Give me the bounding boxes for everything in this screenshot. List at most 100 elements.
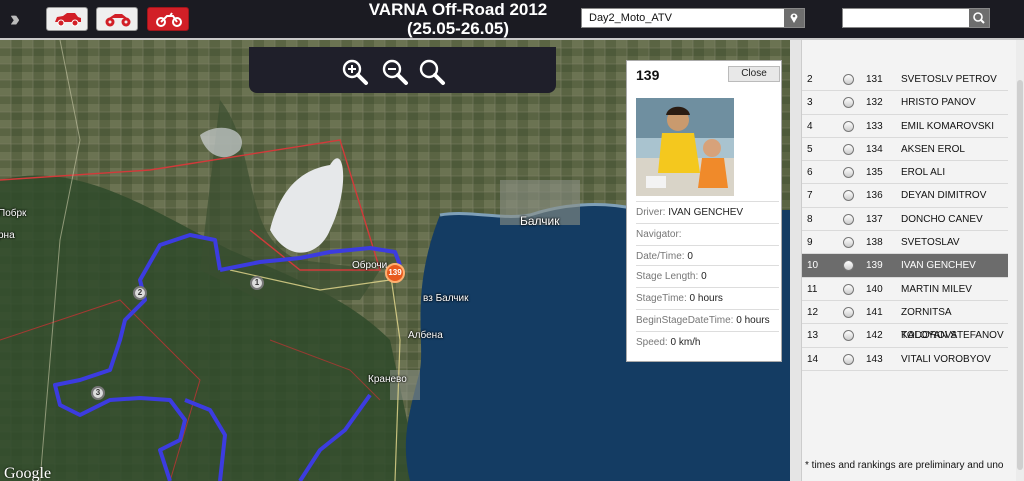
stage-select[interactable]: Day2_Moto_ATV: [581, 8, 805, 28]
ranking-row[interactable]: 12 141 ZORNITSA TODOROVA: [802, 301, 1008, 341]
competitor-number: 132: [866, 97, 883, 109]
competitor-number: 135: [866, 167, 883, 179]
map-label-partial-1: Побрк: [0, 208, 27, 219]
car-icon: [55, 13, 81, 27]
ranking-list: 2 131 SVETOSLV PETROV 3 132 HRISTO PANOV 4 133 E…: [802, 68, 1008, 371]
google-logo[interactable]: Google: [4, 465, 51, 481]
rank-position: 9: [807, 237, 813, 249]
rank-position: 5: [807, 143, 813, 155]
atv-category-button[interactable]: [96, 7, 138, 31]
rank-position: 13: [807, 330, 819, 342]
car-category-button[interactable]: [46, 7, 88, 31]
popup-field-stage-length: Stage Length: 0: [636, 265, 779, 288]
atv-icon: [105, 14, 131, 27]
map-label-obrochishte: Оброчи: [352, 260, 388, 271]
ranking-footnote: * times and rankings are preliminary and…: [805, 460, 1004, 471]
zoom-toolbar: [249, 47, 556, 93]
moto-category-button[interactable]: [147, 7, 189, 31]
competitor-name: HRISTO PANOV: [901, 97, 976, 109]
ranking-row[interactable]: 14 143 VITALI VOROBYOV: [802, 348, 1008, 371]
competitor-number: 131: [866, 74, 883, 85]
field-value: 0: [701, 271, 707, 282]
search-input[interactable]: [845, 10, 969, 26]
select-radio[interactable]: [843, 260, 854, 272]
expand-menu-icon[interactable]: ›››: [10, 8, 36, 30]
ranking-row[interactable]: 13 142 KALOYAN STEFANOV: [802, 324, 1008, 348]
ranking-row[interactable]: 11 140 MARTIN MILEV: [802, 278, 1008, 301]
competitor-name: EMIL KOMAROVSKI: [901, 120, 994, 132]
location-pin-icon[interactable]: [784, 9, 804, 27]
vertical-scrollbar[interactable]: [1016, 40, 1024, 481]
field-label: Speed:: [636, 337, 668, 348]
field-label: Date/Time:: [636, 251, 685, 262]
ranking-row[interactable]: 9138SVETOSLAV GENCHEV: [802, 231, 1008, 271]
select-radio[interactable]: [843, 74, 854, 85]
select-radio[interactable]: [843, 120, 854, 132]
field-label: BeginStageDateTime:: [636, 315, 734, 326]
select-radio[interactable]: [843, 306, 854, 318]
rank-position: 3: [807, 97, 813, 109]
zoom-in-icon[interactable]: [341, 58, 369, 86]
ranking-row[interactable]: 4 133 EMIL KOMAROVSKI: [802, 115, 1008, 138]
map-label-kranevo: Кранево: [368, 374, 407, 385]
select-radio[interactable]: [843, 237, 854, 249]
competitor-number: 134: [866, 143, 883, 155]
stage-select-value: Day2_Moto_ATV: [589, 12, 672, 24]
ranking-row[interactable]: 6 135 EROL ALI: [802, 161, 1008, 185]
select-radio[interactable]: [843, 143, 854, 155]
select-radio[interactable]: [843, 213, 854, 225]
competitor-marker[interactable]: 139: [385, 263, 405, 283]
scrollbar-thumb[interactable]: [1017, 80, 1023, 470]
select-radio[interactable]: [843, 353, 854, 365]
ranking-row[interactable]: 7 136 DEYAN DIMITROV: [802, 184, 1008, 208]
field-value: 0: [687, 251, 693, 262]
ranking-row[interactable]: 3 132 HRISTO PANOV: [802, 91, 1008, 115]
field-label: Navigator:: [636, 229, 682, 240]
map-label-partial-2: рна: [0, 230, 15, 241]
rank-position: 8: [807, 213, 813, 225]
ranking-row[interactable]: 8 137 DONCHO CANEV: [802, 208, 1008, 232]
waypoint-marker[interactable]: 2: [133, 286, 147, 300]
select-radio[interactable]: [843, 190, 854, 202]
map-label-albena: Албена: [408, 330, 443, 341]
title-line-1: VARNA Off-Road 2012: [368, 0, 548, 19]
competitor-name: SVETOSLV PETROV: [901, 74, 997, 85]
top-bar: ››› VARNA Off-Road 2012 (25.05-26.05) Da…: [0, 0, 1024, 40]
popup-field-driver: Driver: IVAN GENCHEV: [636, 201, 779, 224]
competitor-name: IVAN GENCHEV: [901, 260, 976, 272]
competitor-number: 139: [866, 260, 883, 272]
competitor-number: 138: [866, 237, 883, 249]
waypoint-marker[interactable]: 3: [91, 386, 105, 400]
driver-photo: [636, 98, 734, 196]
competitor-number: 133: [866, 120, 883, 132]
rank-position: 2: [807, 74, 813, 85]
waypoint-marker[interactable]: 1: [250, 276, 264, 290]
competitor-number: 136: [866, 190, 883, 202]
select-radio[interactable]: [843, 97, 854, 109]
zoom-reset-icon[interactable]: [418, 58, 446, 86]
competitor-number: 143: [866, 353, 883, 365]
competitor-name: DEYAN DIMITROV: [901, 190, 987, 202]
popup-field-speed: Speed: 0 km/h: [636, 331, 779, 354]
search-button[interactable]: [969, 9, 989, 27]
zoom-out-icon[interactable]: [381, 58, 409, 86]
ranking-row[interactable]: 10 139 IVAN GENCHEV: [802, 254, 1008, 278]
popup-field-stage-time: StageTime: 0 hours: [636, 287, 779, 310]
field-value: IVAN GENCHEV: [668, 207, 744, 218]
rank-position: 10: [807, 260, 819, 272]
select-radio[interactable]: [843, 283, 854, 295]
ranking-row[interactable]: 2 131 SVETOSLV PETROV: [802, 68, 1008, 92]
ranking-panel: 2 131 SVETOSLV PETROV 3 132 HRISTO PANOV 4 133 E…: [790, 40, 1024, 481]
popup-field-begin-stage: BeginStageDateTime: 0 hours: [636, 309, 779, 332]
close-button[interactable]: Close: [728, 66, 780, 82]
title-line-2: (25.05-26.05): [406, 19, 510, 38]
select-radio[interactable]: [843, 167, 854, 179]
panel-divider: [790, 40, 802, 481]
field-label: Driver:: [636, 207, 666, 218]
select-radio[interactable]: [843, 330, 854, 342]
map-label-balchik: Балчик: [520, 214, 560, 228]
competitor-info-popup: 139 Close Driver: IVAN GENCHEV Navigator…: [626, 60, 782, 362]
search-icon: [973, 12, 985, 24]
ranking-row[interactable]: 5 134 AKSEN EROL: [802, 138, 1008, 162]
map-label-vz-balchik: вз Балчик: [423, 293, 469, 304]
